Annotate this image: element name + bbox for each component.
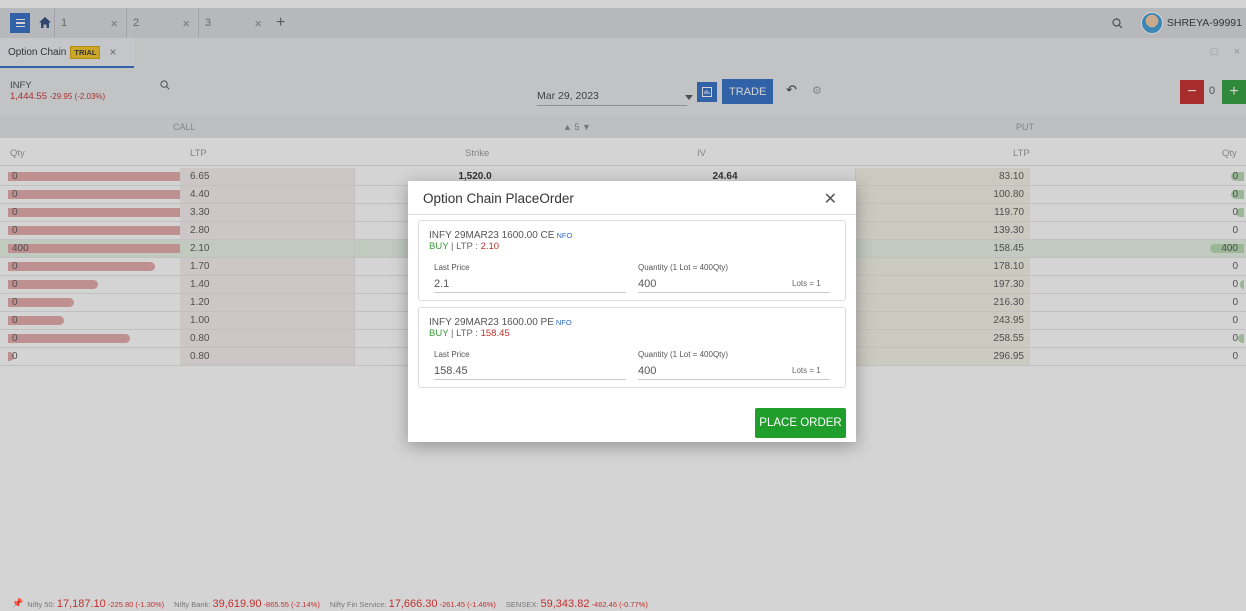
index-change: -261.45 (-1.46%)	[439, 599, 496, 609]
index-name: Nifty Bank:	[174, 599, 211, 609]
index-name: Nifty 50:	[27, 599, 55, 609]
price-label: Last Price	[434, 350, 470, 359]
leg-side: BUY	[429, 328, 449, 339]
exchange-badge: NFO	[555, 318, 572, 327]
leg-symbol: INFY 29MAR23 1600.00 CE	[429, 230, 555, 241]
quantity-label: Quantity (1 Lot = 400Qty)	[638, 263, 729, 272]
price-field[interactable]: 2.1	[434, 275, 626, 293]
index-name: SENSEX:	[505, 599, 539, 609]
dialog-title: Option Chain PlaceOrder	[423, 191, 574, 206]
ltp-label: LTP :	[456, 241, 478, 252]
index-change: -462.46 (-0.77%)	[591, 599, 648, 609]
index-value: 17,666.30	[388, 597, 438, 610]
price-label: Last Price	[434, 263, 470, 272]
ltp-label: LTP :	[456, 328, 478, 339]
index-value: 17,187.10	[56, 597, 106, 610]
index-name: Nifty Fin Service:	[329, 599, 387, 609]
leg-ltp: 158.45	[480, 328, 510, 339]
leg-symbol: INFY 29MAR23 1600.00 PE	[429, 317, 554, 328]
ticker-item[interactable]: SENSEX: 59,343.82 -462.46 (-0.77%)	[506, 598, 648, 610]
order-leg: INFY 29MAR23 1600.00 CE NFO BUY | LTP : 2…	[418, 220, 846, 301]
ticker-item[interactable]: Nifty Bank: 39,619.90 -865.55 (-2.14%)	[174, 598, 320, 610]
place-order-button[interactable]: PLACE ORDER	[755, 408, 846, 438]
lots-text: Lots = 1	[792, 279, 821, 288]
index-ticker: 📌 Nifty 50: 17,187.10 -225.80 (-1.30%) N…	[0, 596, 1246, 611]
index-change: -865.55 (-2.14%)	[263, 599, 320, 609]
index-value: 39,619.90	[212, 597, 262, 610]
quantity-label: Quantity (1 Lot = 400Qty)	[638, 350, 729, 359]
price-field[interactable]: 158.45	[434, 362, 626, 380]
index-value: 59,343.82	[540, 597, 590, 610]
order-leg: INFY 29MAR23 1600.00 PE NFO BUY | LTP : 1…	[418, 307, 846, 388]
close-icon[interactable]: ✕	[824, 189, 837, 209]
lots-text: Lots = 1	[792, 366, 821, 375]
exchange-badge: NFO	[556, 231, 573, 240]
leg-side: BUY	[429, 241, 449, 252]
pin-icon[interactable]: 📌	[12, 598, 23, 609]
ticker-item[interactable]: Nifty Fin Service: 17,666.30 -261.45 (-1…	[330, 598, 496, 610]
divider	[408, 214, 856, 215]
leg-ltp: 2.10	[480, 241, 500, 252]
index-change: -225.80 (-1.30%)	[107, 599, 165, 609]
ticker-item[interactable]: Nifty 50: 17,187.10 -225.80 (-1.30%)	[27, 598, 164, 610]
place-order-dialog: Option Chain PlaceOrder ✕ INFY 29MAR23 1…	[408, 181, 856, 442]
